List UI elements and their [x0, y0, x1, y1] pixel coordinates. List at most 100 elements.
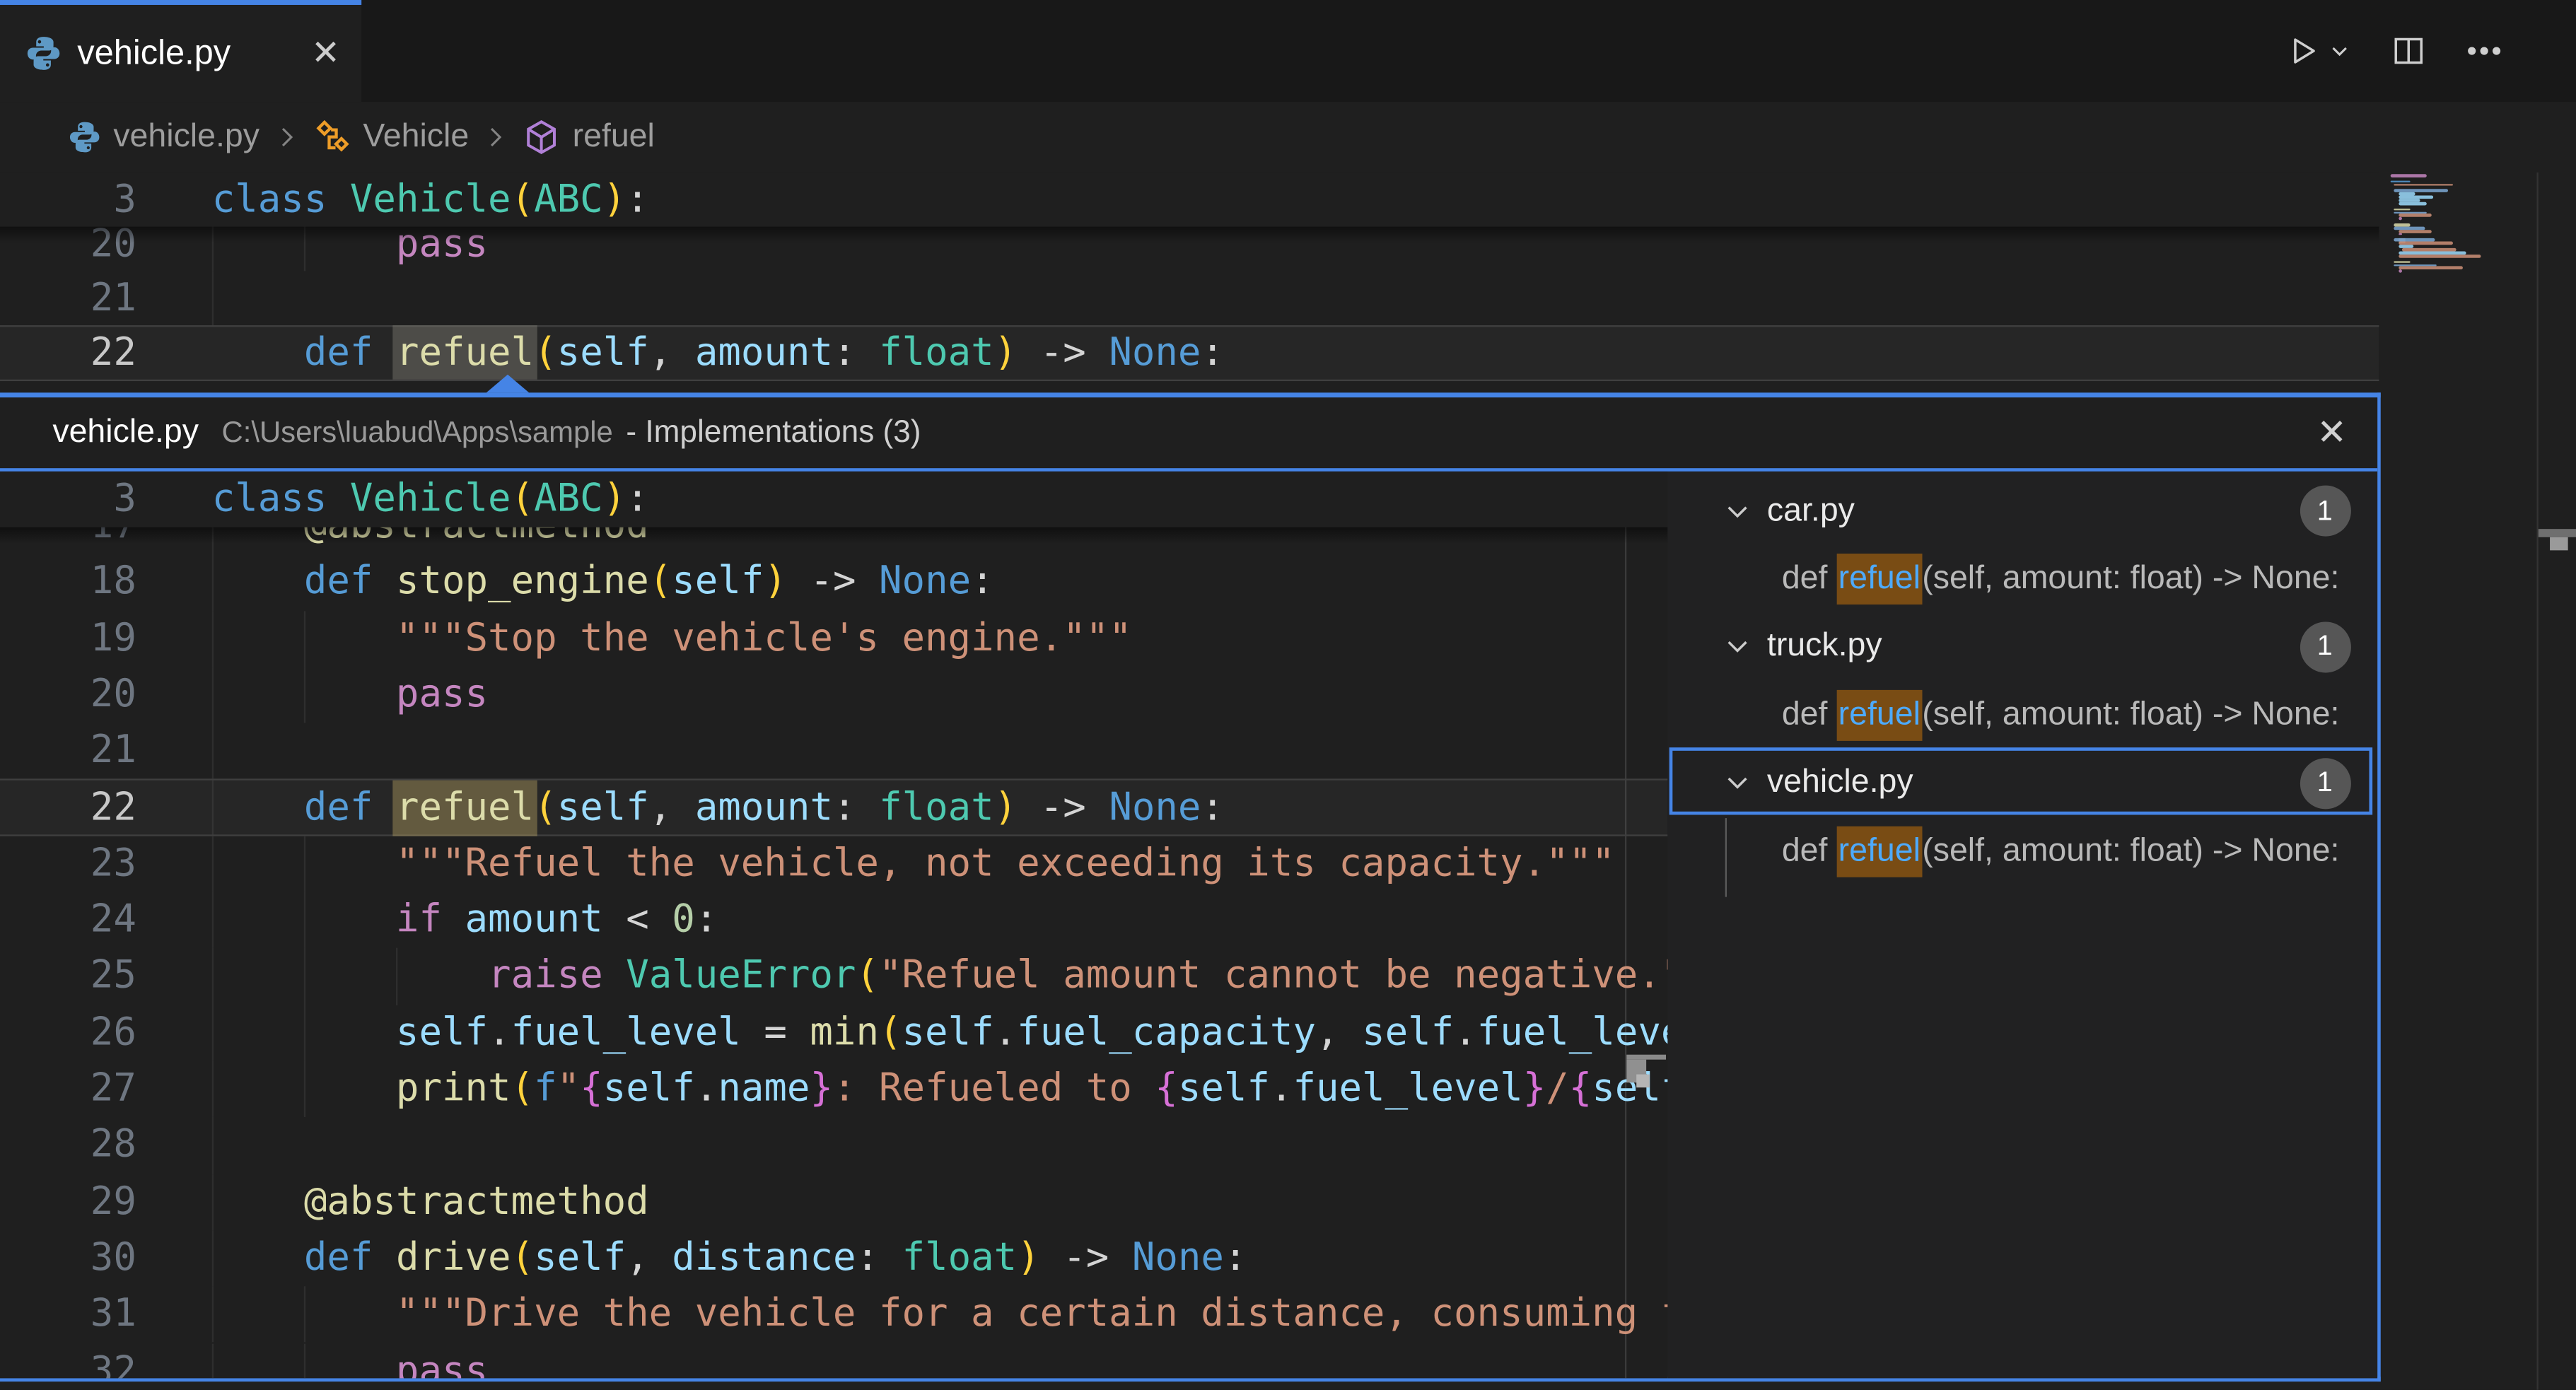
minimap-code-line	[2399, 196, 2433, 199]
minimap-code-line	[2399, 230, 2431, 233]
minimap-code-line	[2399, 242, 2452, 245]
split-editor-button[interactable]	[2392, 35, 2425, 67]
code-line-22[interactable]: def refuel(self, amount: float) -> None:	[212, 325, 1224, 380]
sticky-line-number: 3	[0, 173, 136, 227]
sticky-code-line: class Vehicle(ABC):	[212, 472, 649, 528]
reference-match-refuel: refuel	[1836, 826, 1922, 877]
minimap-code-line	[2391, 180, 2410, 183]
line-number: 29	[0, 1174, 136, 1230]
peek-close-icon[interactable]: ✕	[2316, 414, 2347, 450]
overview-ruler[interactable]	[2536, 173, 2538, 1390]
tree-file-row-car-py[interactable]: car.py 1	[1667, 477, 2377, 545]
screenshot-stage: vehicle.py ✕ vehicle.py Vehicle refuel 20 …	[0, 0, 2576, 1390]
minimap-code-line	[2399, 267, 2463, 269]
minimap-code-line	[2394, 227, 2425, 230]
code-line-27[interactable]: print(f"{self.name}: Refueled to {self.f…	[212, 1061, 1667, 1118]
reference-count-badge: 1	[2300, 486, 2350, 537]
breadcrumb-label: vehicle.py	[113, 118, 260, 156]
reference-match-refuel: refuel	[1836, 689, 1922, 740]
minimap[interactable]	[2384, 173, 2515, 281]
minimap-code-line	[2399, 202, 2426, 205]
breadcrumb-item-refuel[interactable]: refuel	[523, 118, 655, 156]
breadcrumb-item-vehicle-py[interactable]: vehicle.py	[67, 118, 260, 156]
minimap-code-line	[2399, 245, 2413, 248]
minimap-code-line	[2394, 261, 2410, 264]
minimap-code-line	[2399, 217, 2403, 220]
editor-actions	[2287, 0, 2504, 102]
minimap-code-line	[2394, 223, 2410, 226]
reference-text-suffix: (self, amount: float) -> None:	[1922, 832, 2339, 870]
sticky-code-line: class Vehicle(ABC):	[212, 173, 649, 227]
scrollbar-marker	[2538, 530, 2576, 537]
minimap-code-line	[2399, 192, 2415, 195]
chevron-down-icon[interactable]	[1723, 633, 1750, 660]
line-number: 26	[0, 1005, 136, 1061]
breadcrumb: vehicle.py Vehicle refuel	[0, 102, 2576, 173]
line-number: 28	[0, 1118, 136, 1174]
minimap-code-line	[2399, 270, 2403, 273]
reference-text-prefix: def	[1782, 560, 1837, 597]
peek-references-tree[interactable]: car.py1def refuel(self, amount: float) -…	[1667, 472, 2377, 1377]
reference-match-refuel: refuel	[1836, 554, 1922, 605]
sticky-scroll-line[interactable]: 3class Vehicle(ABC):	[0, 472, 1667, 528]
tree-file-label: car.py	[1767, 492, 1855, 530]
code-line-22[interactable]: def refuel(self, amount: float) -> None:	[212, 780, 1224, 836]
peek-title-path: C:\Users\luabud\Apps\sample	[222, 416, 613, 450]
code-line-31[interactable]: """Drive the vehicle for a certain dista…	[212, 1287, 1667, 1343]
peek-editor-ruler	[1625, 472, 1626, 1377]
line-number: 21	[0, 723, 136, 780]
reference-text-suffix: (self, amount: float) -> None:	[1922, 560, 2339, 597]
code-line-29[interactable]: @abstractmethod	[212, 1174, 649, 1230]
peek-anchor-arrow-icon	[486, 375, 529, 393]
code-line-25[interactable]: raise ValueError("Refuel amount cannot b…	[212, 949, 1667, 1005]
sticky-scroll-line[interactable]: 3 class Vehicle(ABC):	[0, 173, 2379, 227]
breadcrumb-separator-chevron-icon	[274, 125, 299, 150]
tree-selected-row-outline	[1669, 747, 2372, 815]
reference-text-suffix: (self, amount: float) -> None:	[1922, 696, 2339, 734]
more-actions-button[interactable]	[2464, 31, 2504, 71]
tree-file-label: truck.py	[1767, 628, 1882, 665]
tree-reference-row[interactable]: def refuel(self, amount: float) -> None:	[1667, 681, 2377, 749]
reference-text-prefix: def	[1782, 696, 1837, 734]
line-number: 19	[0, 610, 136, 667]
minimap-code-line	[2403, 248, 2456, 251]
code-line-23[interactable]: """Refuel the vehicle, not exceeding its…	[212, 836, 1615, 892]
code-line-20[interactable]: pass	[212, 667, 488, 723]
run-dropdown-chevron-icon[interactable]	[2328, 40, 2351, 63]
main-editor[interactable]: 20 pass2122 def refuel(self, amount: flo…	[0, 173, 2379, 392]
tree-reference-row[interactable]: def refuel(self, amount: float) -> None:	[1667, 817, 2377, 885]
line-number: 22	[0, 325, 136, 380]
tab-close-icon[interactable]: ✕	[311, 35, 340, 70]
breadcrumb-separator-chevron-icon	[484, 125, 508, 150]
tree-reference-row[interactable]: def refuel(self, amount: float) -> None:	[1667, 545, 2377, 613]
breadcrumb-item-Vehicle[interactable]: Vehicle	[314, 118, 470, 156]
indent-guide	[211, 723, 213, 780]
code-line-19[interactable]: """Stop the vehicle's engine."""	[212, 610, 1132, 667]
minimap-code-line	[2394, 239, 2435, 242]
vscode-window: vehicle.py ✕ vehicle.py Vehicle refuel 20 …	[0, 0, 2576, 1390]
minimap-code-line	[2394, 183, 2452, 186]
chevron-down-icon[interactable]	[1723, 497, 1750, 525]
tab-bar: vehicle.py ✕	[0, 0, 2576, 102]
mouse-cursor-tail	[1636, 1075, 1649, 1087]
code-line-26[interactable]: self.fuel_level = min(self.fuel_capacity…	[212, 1005, 1667, 1061]
code-line-32[interactable]: pass	[212, 1343, 488, 1377]
line-number: 32	[0, 1343, 136, 1377]
line-number: 25	[0, 949, 136, 1005]
tab-vehicle-py[interactable]: vehicle.py ✕	[0, 0, 361, 102]
run-button[interactable]	[2287, 35, 2319, 67]
minimap-code-line	[2399, 251, 2466, 254]
line-number: 22	[0, 780, 136, 836]
breadcrumb-label: Vehicle	[363, 118, 469, 156]
tree-file-row-truck-py[interactable]: truck.py1	[1667, 613, 2377, 681]
line-number: 30	[0, 1230, 136, 1287]
code-line-18[interactable]: def stop_engine(self) -> None:	[212, 554, 994, 611]
code-line-24[interactable]: if amount < 0:	[212, 892, 718, 949]
minimap-code-line	[2399, 214, 2432, 217]
peek-editor[interactable]: 17 @abstractmethod18 def stop_engine(sel…	[0, 472, 1667, 1377]
minimap-code-line	[2391, 174, 2426, 177]
indent-guide	[211, 271, 213, 325]
line-number: 21	[0, 271, 136, 325]
code-line-30[interactable]: def drive(self, distance: float) -> None…	[212, 1230, 1247, 1287]
line-number: 24	[0, 892, 136, 949]
